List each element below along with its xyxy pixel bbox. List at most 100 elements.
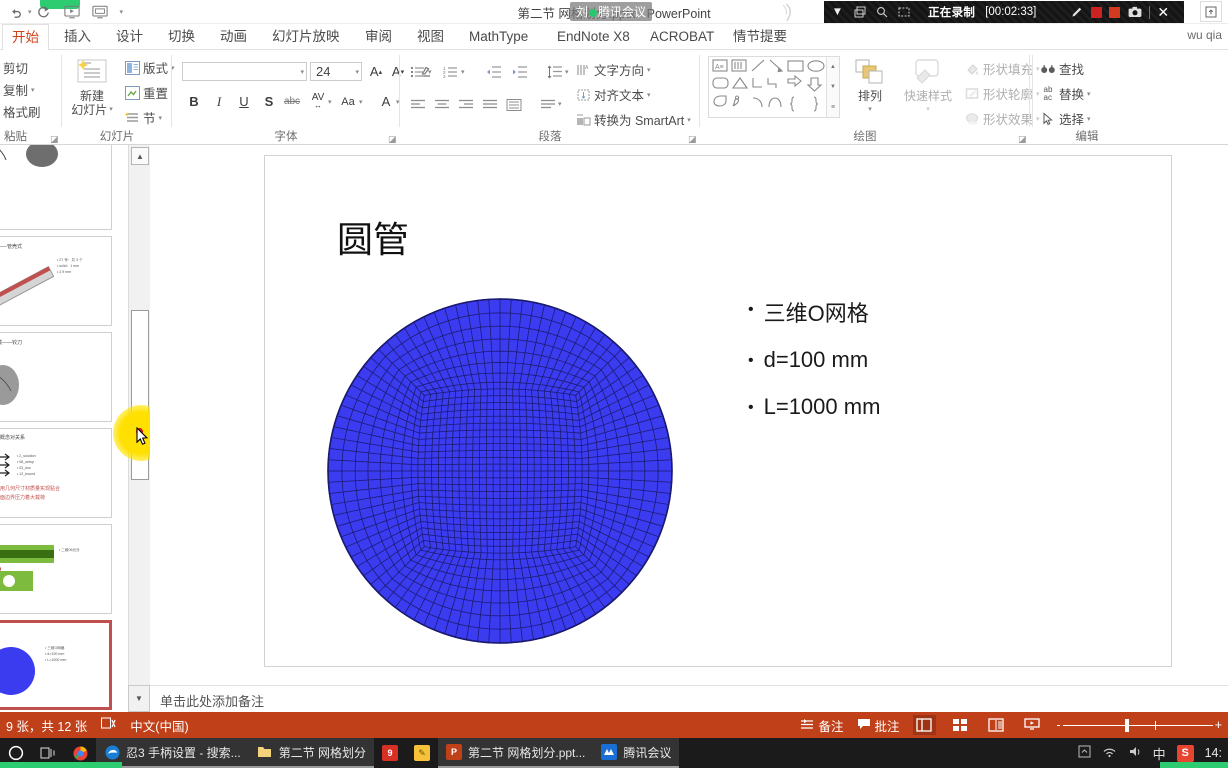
wifi-icon[interactable] [1102, 745, 1117, 761]
font-dialog-launcher[interactable]: ◪ [388, 134, 397, 144]
ime-indicator[interactable]: 中 [1153, 744, 1166, 763]
camera-icon[interactable] [1127, 5, 1142, 20]
zoom-slider[interactable]: - + [1057, 718, 1222, 732]
section-button[interactable]: 节 ▾ [124, 108, 162, 127]
find-button[interactable]: 查找 [1040, 59, 1084, 78]
font-name-input[interactable]: ▾ [182, 62, 307, 81]
region-select-icon[interactable] [896, 5, 911, 20]
tab-设计[interactable]: 设计 [107, 24, 152, 50]
slide-bullet-list[interactable]: • 三维O网格 • d=100 mm • L=1000 mm [748, 296, 1088, 441]
columns-icon[interactable] [538, 95, 558, 114]
chevron-down-icon[interactable]: ▼ [830, 5, 845, 20]
notes-collapse-button[interactable]: ▼ [128, 685, 150, 712]
page-title[interactable]: 圆管 [337, 211, 409, 263]
taskbar-item-tencent-meeting[interactable]: 腾讯会议 [593, 738, 680, 768]
list-item[interactable]: 械——铰刀 [0, 332, 112, 422]
taskbar-item-powerpoint[interactable]: P 第二节 网格划分.ppt... [438, 738, 594, 768]
slide-sorter-view-button[interactable] [949, 715, 972, 735]
record-icon[interactable] [1109, 6, 1121, 18]
bold-button[interactable]: B [184, 92, 204, 111]
chevron-up-icon[interactable] [1078, 745, 1091, 761]
tab-mathtype[interactable]: MathType [460, 24, 537, 50]
tab-开始[interactable]: 开始 [2, 24, 49, 51]
numbering-icon[interactable]: 123 [441, 62, 461, 81]
shapes-gallery[interactable]: A≡ ▲ ▼ ≡ [708, 56, 840, 118]
slide-count-label[interactable]: 9 张，共 12 张 [6, 716, 87, 735]
restore-window-button[interactable] [1200, 1, 1222, 22]
align-right-icon[interactable] [456, 95, 476, 114]
font-color-button[interactable]: A [376, 92, 396, 111]
shapes-scroll-up-icon[interactable]: ▲ [827, 57, 839, 77]
arrange-button[interactable]: 排列 ▾ [850, 58, 890, 117]
quick-styles-button[interactable]: 快速样式 ▾ [898, 58, 958, 117]
stop-icon[interactable] [1091, 6, 1103, 18]
sogou-icon[interactable]: S [1176, 744, 1194, 762]
tab-审阅[interactable]: 审阅 [356, 24, 401, 50]
format-painter-button[interactable]: 格式刷 [3, 102, 41, 121]
distributed-icon[interactable] [504, 95, 524, 114]
font-size-input[interactable]: 24 ▾ [310, 62, 362, 81]
italic-button[interactable]: I [209, 92, 229, 111]
magnifier-icon[interactable] [874, 5, 889, 20]
convert-smartart-button[interactable]: 转换为 SmartArt ▾ [575, 110, 691, 129]
comments-button[interactable]: 批注 [857, 716, 900, 735]
layout-button[interactable]: 版式 ▾ [124, 58, 175, 77]
character-spacing-button[interactable]: AV ↔ [308, 92, 328, 111]
notes-button[interactable]: 备注 [800, 716, 844, 735]
account-name[interactable]: wu qia [1187, 28, 1222, 42]
zoom-in-button[interactable]: + [1215, 718, 1222, 732]
select-button[interactable]: 选择 ▾ [1040, 109, 1091, 128]
tab-视图[interactable]: 视图 [408, 24, 453, 50]
text-shadow-button[interactable]: S [259, 92, 279, 111]
slide-canvas[interactable]: 圆管 • 三维O网格 • d=100 mm • L=1000 mm [264, 155, 1172, 667]
align-center-icon[interactable] [432, 95, 452, 114]
underline-button[interactable]: U [234, 92, 254, 111]
normal-view-button[interactable] [912, 715, 936, 735]
strikethrough-button[interactable]: abc [282, 92, 302, 111]
slideshow-view-button[interactable] [1021, 715, 1044, 735]
tab-动画[interactable]: 动画 [211, 24, 256, 50]
language-label[interactable]: 中文(中国) [130, 716, 188, 735]
window-icon[interactable] [852, 5, 867, 20]
line-spacing-icon[interactable] [545, 62, 565, 81]
shapes-more-icon[interactable]: ≡ [827, 97, 839, 117]
cut-button[interactable]: 剪切 [3, 58, 28, 77]
tab-情节提要[interactable]: 情节提要 [724, 24, 796, 50]
tab-幻灯片放映[interactable]: 幻灯片放映 [263, 24, 349, 50]
zoom-knob[interactable] [1124, 718, 1129, 732]
copy-button[interactable]: 复制 ▾ [3, 80, 35, 99]
increase-indent-icon[interactable] [510, 62, 530, 81]
list-item[interactable]: ——管壳式 • 27 号：共 3 个• solid：1 mm• 2.9 mm [0, 236, 112, 326]
zoom-track[interactable] [1062, 718, 1213, 732]
clock[interactable]: 14: [1205, 746, 1222, 760]
slide-thumbnail-panel[interactable]: ——管壳式 • 27 号：共 3 个• solid：1 mm• 2.9 mm 械… [0, 145, 128, 712]
tab-切换[interactable]: 切换 [159, 24, 204, 50]
tab-插入[interactable]: 插入 [55, 24, 100, 50]
bullets-icon[interactable] [408, 62, 428, 81]
close-icon[interactable]: ✕ [1157, 5, 1169, 19]
text-direction-button[interactable]: A 文字方向 ▾ [575, 60, 651, 79]
shapes-scroll-down-icon[interactable]: ▼ [827, 77, 839, 97]
scroll-up-button[interactable]: ▲ [131, 147, 149, 165]
sound-icon[interactable] [1128, 745, 1142, 761]
list-item[interactable]: 外概念对关系 • 2_solution• 08_setup• 02_bcs• 1… [0, 428, 112, 518]
align-text-button[interactable]: 对齐文本 ▾ [575, 85, 651, 104]
change-case-button[interactable]: Aa [338, 92, 358, 111]
taskbar-item-notepad[interactable]: ✎ [406, 738, 438, 768]
list-item[interactable] [0, 145, 112, 230]
justify-icon[interactable] [480, 95, 500, 114]
tab-acrobat[interactable]: ACROBAT [641, 24, 723, 50]
circular-o-grid-mesh[interactable] [320, 291, 680, 651]
list-item[interactable]: 度 • 二维06元分 [0, 524, 112, 614]
clipboard-dialog-launcher[interactable]: ◪ [50, 134, 59, 144]
reading-view-button[interactable] [985, 715, 1008, 735]
align-left-icon[interactable] [408, 95, 428, 114]
list-item-selected[interactable]: • 三维O网格 • d=100 mm • L=1000 mm [0, 620, 112, 710]
zoom-out-button[interactable]: - [1057, 718, 1061, 732]
decrease-indent-icon[interactable] [484, 62, 504, 81]
paragraph-dialog-launcher[interactable]: ◪ [688, 134, 697, 144]
pen-icon[interactable] [1069, 5, 1084, 20]
reset-button[interactable]: 重置 [124, 83, 168, 102]
new-slide-button[interactable]: 新建 幻灯片 ▾ [68, 58, 116, 117]
spell-check-icon[interactable] [101, 717, 116, 733]
